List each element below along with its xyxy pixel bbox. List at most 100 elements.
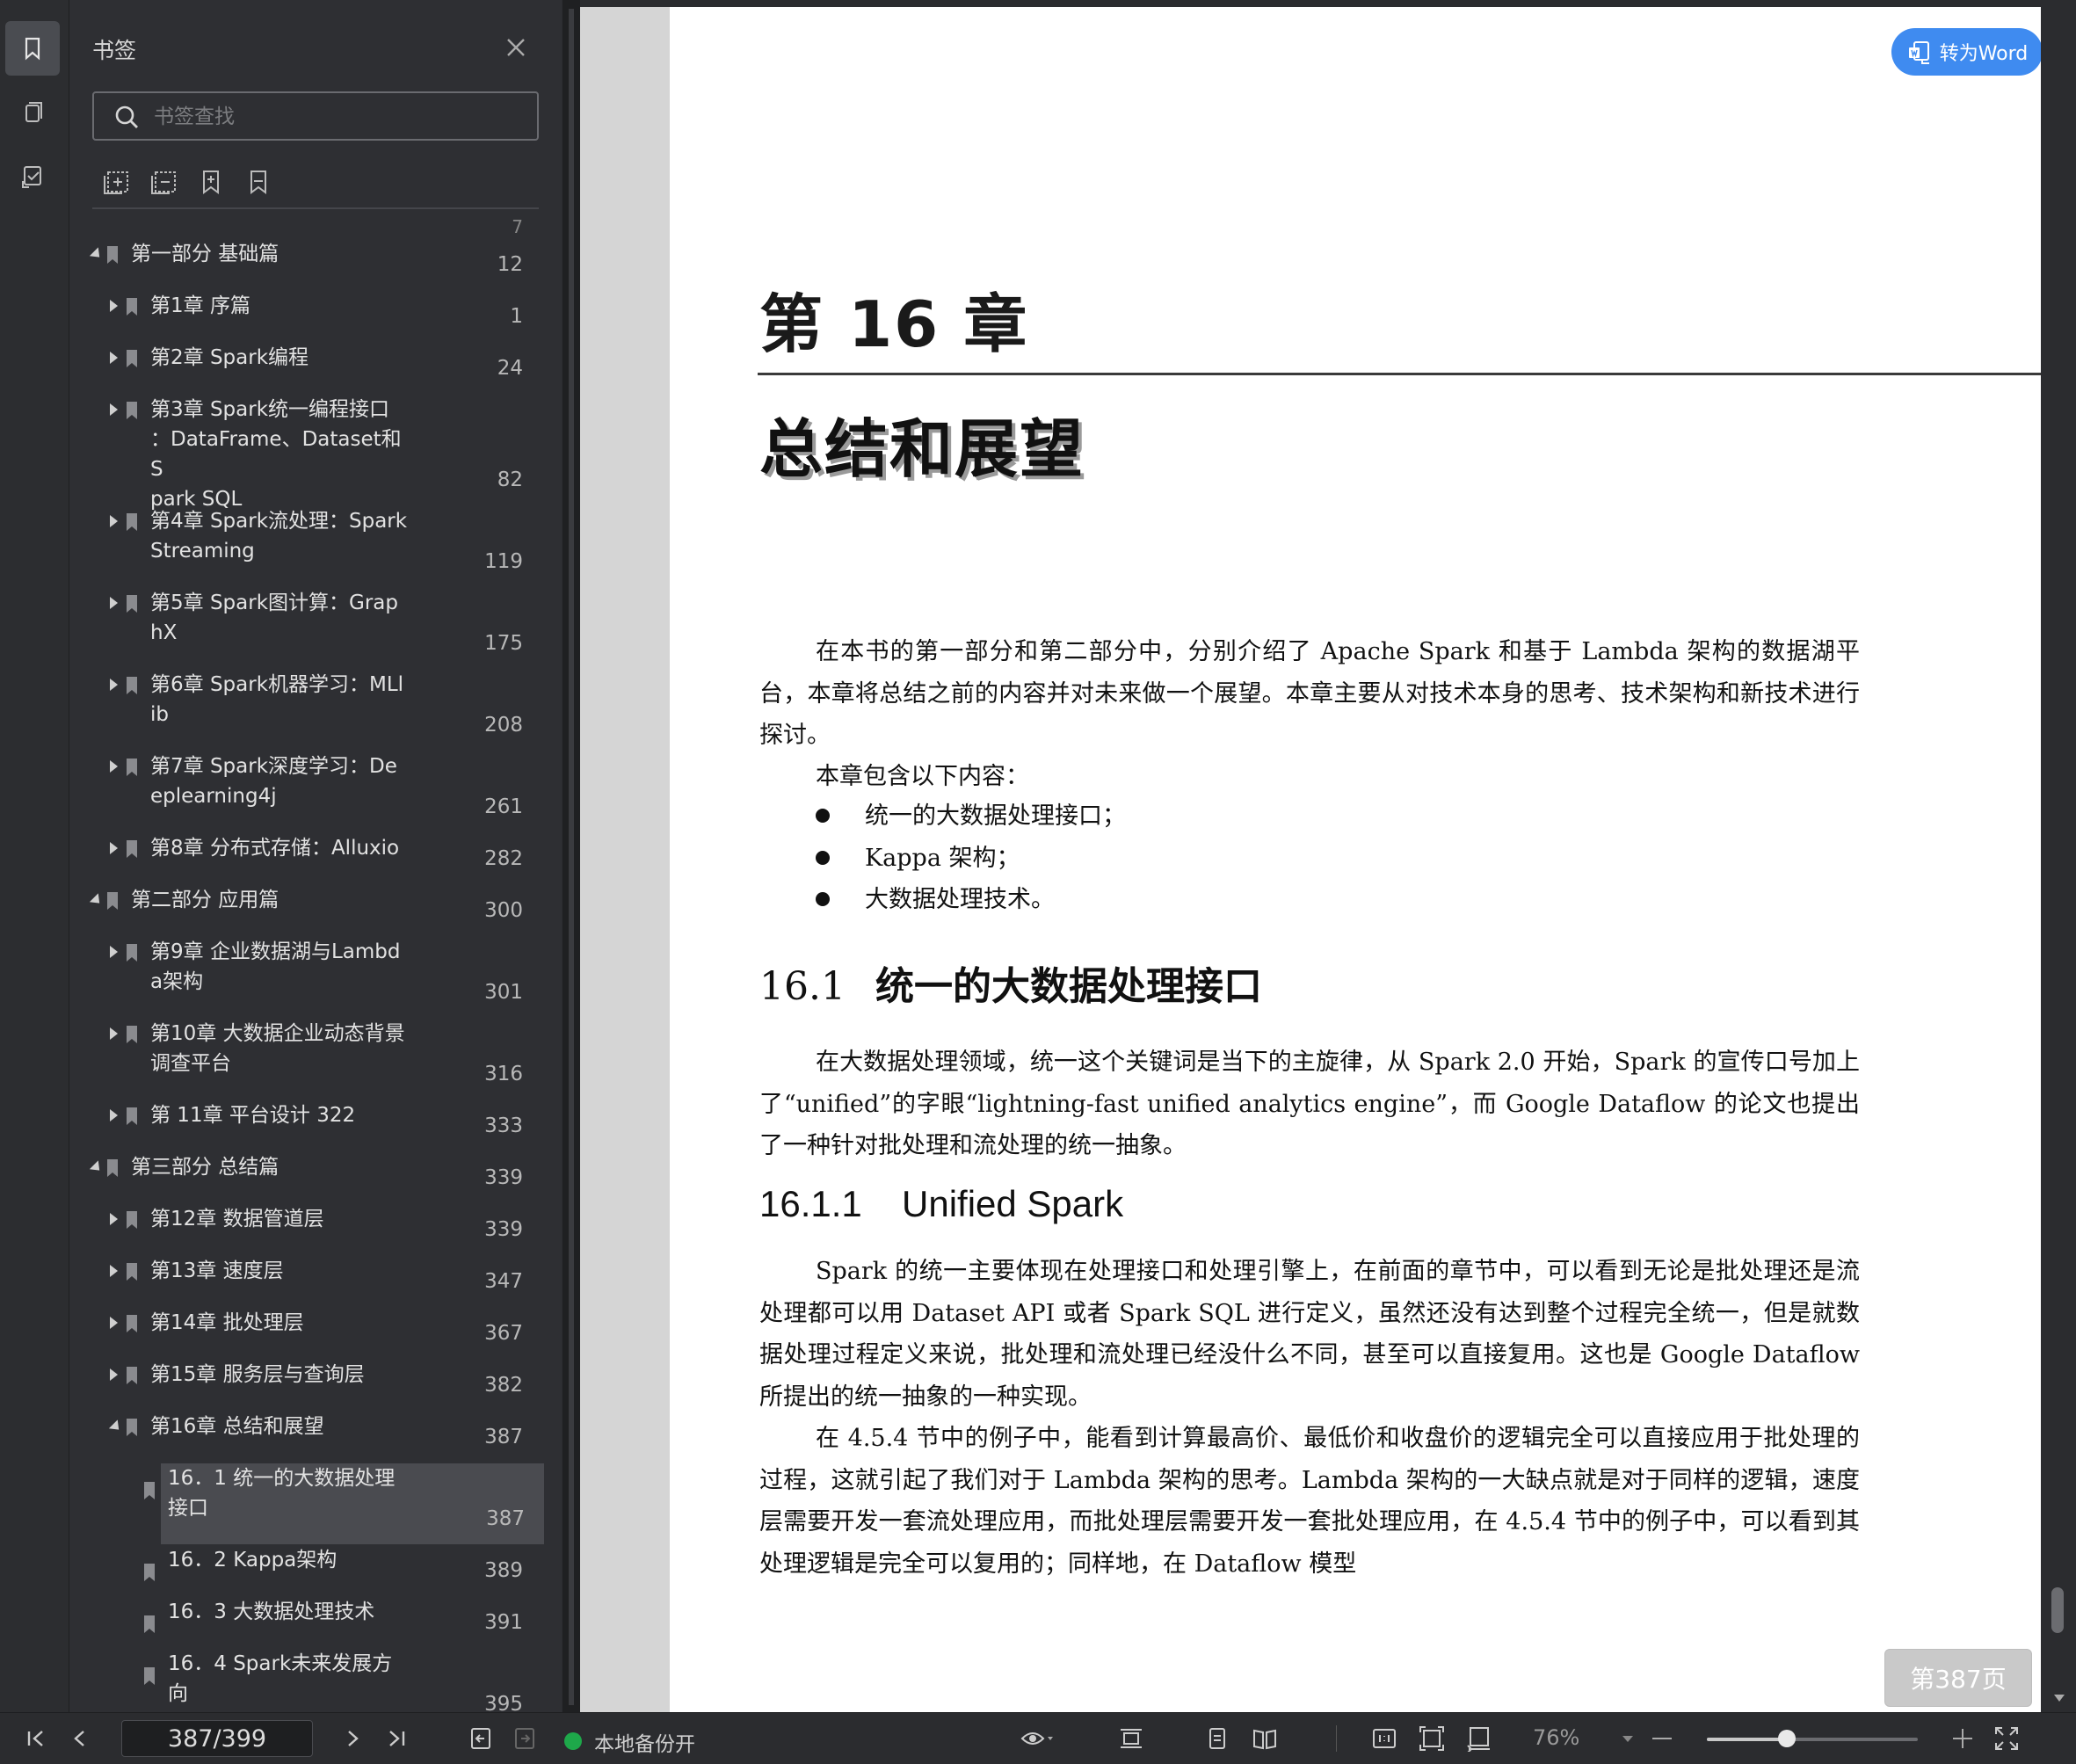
close-icon[interactable] xyxy=(504,35,528,60)
zoom-level[interactable]: 76% xyxy=(1533,1725,1579,1750)
collapsed-arrow-icon[interactable] xyxy=(110,1265,118,1277)
bookmark-outline-icon[interactable] xyxy=(243,167,273,197)
zoom-out-icon[interactable] xyxy=(1649,1725,1675,1752)
zoom-dropdown-icon[interactable] xyxy=(1622,1736,1633,1742)
contents-item: 统一的大数据处理接口； xyxy=(816,795,1126,838)
bookmark-item-label: 第9章 企业数据湖与Lambd a架构 xyxy=(150,940,401,993)
bookmark-page-number: 339 xyxy=(484,1166,523,1189)
previous-page-icon[interactable] xyxy=(67,1725,93,1752)
collapsed-arrow-icon[interactable] xyxy=(110,842,118,854)
zoom-slider-knob[interactable] xyxy=(1778,1730,1797,1747)
back-icon[interactable] xyxy=(468,1725,494,1752)
collapsed-arrow-icon[interactable] xyxy=(110,300,118,312)
collapsed-arrow-icon[interactable] xyxy=(110,1368,118,1381)
bookmark-icon xyxy=(127,677,137,694)
bookmark-item[interactable]: 第16章 总结和展望 387 xyxy=(69,1412,544,1463)
annotation-icon xyxy=(22,166,41,188)
bookmark-item[interactable]: 第5章 Spark图计算：Grap hX 175 xyxy=(69,588,544,669)
single-page-icon[interactable] xyxy=(1204,1725,1230,1752)
expanded-arrow-icon[interactable] xyxy=(89,893,105,908)
bookmark-icon xyxy=(144,1667,155,1685)
bookmark-item-label: 第14章 批处理层 xyxy=(150,1311,304,1334)
document-scrollbar[interactable] xyxy=(2041,7,2076,1712)
bookmark-item[interactable]: 16．2 Kappa架构 389 xyxy=(69,1545,544,1596)
bookmark-page-number: 316 xyxy=(484,1063,523,1085)
convert-to-word-button[interactable]: 转为Word xyxy=(1891,28,2043,76)
bookmark-item[interactable]: 第14章 批处理层 367 xyxy=(69,1308,544,1359)
collapsed-arrow-icon[interactable] xyxy=(110,1213,118,1225)
expanded-arrow-icon[interactable] xyxy=(89,1160,105,1175)
collapsed-arrow-icon[interactable] xyxy=(110,352,118,364)
bookmark-tree: 7 第一部分 基础篇 12 第1章 序篇 1 第2章 Spark编程 24 第3章 Spar… xyxy=(69,216,544,1712)
last-page-icon[interactable] xyxy=(383,1725,410,1752)
bookmark-item-label: 第一部分 基础篇 xyxy=(131,243,279,265)
scroll-down-arrow-icon[interactable] xyxy=(2054,1695,2065,1702)
bookmark-item[interactable]: 第7章 Spark深度学习：De eplearning4j 261 xyxy=(69,751,544,832)
bookmark-item[interactable]: 第8章 分布式存储：Alluxio 282 xyxy=(69,833,544,884)
bookmark-item[interactable]: 第 11章 平台设计 322 333 xyxy=(69,1100,544,1151)
add-bookmark-icon[interactable] xyxy=(196,167,226,197)
expanded-arrow-icon[interactable] xyxy=(108,1419,124,1434)
chapter-rule xyxy=(758,373,2041,375)
expand-all-icon[interactable] xyxy=(101,167,131,197)
next-page-icon[interactable] xyxy=(339,1725,366,1752)
convert-to-word-label: 转为Word xyxy=(1939,43,2029,65)
eye-mode-icon[interactable] xyxy=(1020,1725,1055,1752)
collapsed-arrow-icon[interactable] xyxy=(110,946,118,958)
bookmark-item[interactable]: 第12章 数据管道层 339 xyxy=(69,1204,544,1255)
bookmark-item[interactable]: 第15章 服务层与查询层 382 xyxy=(69,1360,544,1411)
forward-icon[interactable] xyxy=(512,1725,538,1752)
bookmark-search-box[interactable] xyxy=(92,91,539,141)
collapsed-arrow-icon[interactable] xyxy=(110,597,118,609)
fit-page-icon[interactable] xyxy=(1419,1725,1445,1752)
contents-lead: 本章包含以下内容： xyxy=(816,763,1029,790)
bookmark-item[interactable]: 第9章 企业数据湖与Lambd a架构 301 xyxy=(69,937,544,1018)
bookmark-panel-button[interactable] xyxy=(5,21,60,76)
collapsed-arrow-icon[interactable] xyxy=(110,1317,118,1329)
fullscreen-icon[interactable] xyxy=(1993,1725,2020,1752)
bookmark-item[interactable]: 第二部分 应用篇 300 xyxy=(69,885,544,936)
rotate-page-icon[interactable] xyxy=(1466,1725,1492,1752)
page-number-input[interactable] xyxy=(121,1720,313,1757)
bookmark-item[interactable]: 第2章 Spark编程 24 xyxy=(69,343,544,394)
bookmark-item[interactable]: 第1章 序篇 1 xyxy=(69,291,544,342)
collapse-all-icon[interactable] xyxy=(149,167,178,197)
two-page-icon[interactable] xyxy=(1252,1725,1278,1752)
collapsed-arrow-icon[interactable] xyxy=(110,1109,118,1122)
collapsed-arrow-icon[interactable] xyxy=(110,1027,118,1040)
bookmark-item[interactable]: 16．4 Spark未来发展方 向 395 xyxy=(69,1649,544,1712)
bookmark-item[interactable]: 第一部分 基础篇 12 xyxy=(69,239,544,290)
bookmark-item[interactable]: 第4章 Spark流处理：Spark Streaming 119 xyxy=(69,506,544,587)
bookmark-item-label: 第16章 总结和展望 xyxy=(150,1415,324,1438)
backup-status-label[interactable]: 本地备份开 xyxy=(594,1727,695,1757)
bookmark-page-number: 395 xyxy=(484,1693,523,1712)
first-page-icon[interactable] xyxy=(23,1725,49,1752)
actual-size-icon[interactable] xyxy=(1371,1725,1397,1752)
annotation-panel-button[interactable] xyxy=(5,149,60,204)
bottom-toolbar: 本地备份开 76% xyxy=(0,1712,2076,1764)
bookmark-item[interactable]: 16．3 大数据处理技术 391 xyxy=(69,1597,544,1648)
pdf-reader-window: 书签 7 第一部分 基础篇 12 第1章 序篇 1 第2章 Spark编程 24 第3章 S… xyxy=(0,0,2076,1764)
collapsed-arrow-icon[interactable] xyxy=(110,403,118,416)
section-paragraph: 在大数据处理领域，统一这个关键词是当下的主旋律，从 Spark 2.0 开始，S… xyxy=(759,1049,1860,1159)
collapsed-arrow-icon[interactable] xyxy=(110,760,118,773)
page-indicator-badge: 第387页 xyxy=(1884,1649,2032,1707)
bookmark-item[interactable]: 第6章 Spark机器学习：MLl ib 208 xyxy=(69,670,544,751)
bookmark-item[interactable]: 16．1 统一的大数据处理 接口 387 xyxy=(144,1463,544,1544)
section-title: 统一的大数据处理接口 xyxy=(875,964,1262,1009)
bookmark-item[interactable]: 第13章 速度层 347 xyxy=(69,1256,544,1307)
bookmark-icon xyxy=(144,1482,155,1499)
subsection-paragraph-2: 在 4.5.4 节中的例子中，能看到计算最高价、最低价和收盘价的逻辑完全可以直接… xyxy=(759,1425,1860,1578)
fit-width-icon[interactable] xyxy=(1118,1725,1144,1752)
collapsed-arrow-icon[interactable] xyxy=(110,679,118,691)
document-scrollbar-thumb[interactable] xyxy=(2051,1587,2064,1633)
bookmark-search-input[interactable] xyxy=(152,100,525,134)
zoom-in-icon[interactable] xyxy=(1949,1725,1976,1752)
bookmark-item[interactable]: 第3章 Spark统一编程接口 ：DataFrame、Dataset和S par… xyxy=(69,395,544,511)
panel-title: 书签 xyxy=(92,38,137,63)
bookmark-item[interactable]: 第10章 大数据企业动态背景 调查平台 316 xyxy=(69,1019,544,1100)
collapsed-arrow-icon[interactable] xyxy=(110,515,118,527)
thumbnail-panel-button[interactable] xyxy=(5,86,60,141)
bookmark-item[interactable]: 第三部分 总结篇 339 xyxy=(69,1152,544,1203)
expanded-arrow-icon[interactable] xyxy=(89,247,105,262)
